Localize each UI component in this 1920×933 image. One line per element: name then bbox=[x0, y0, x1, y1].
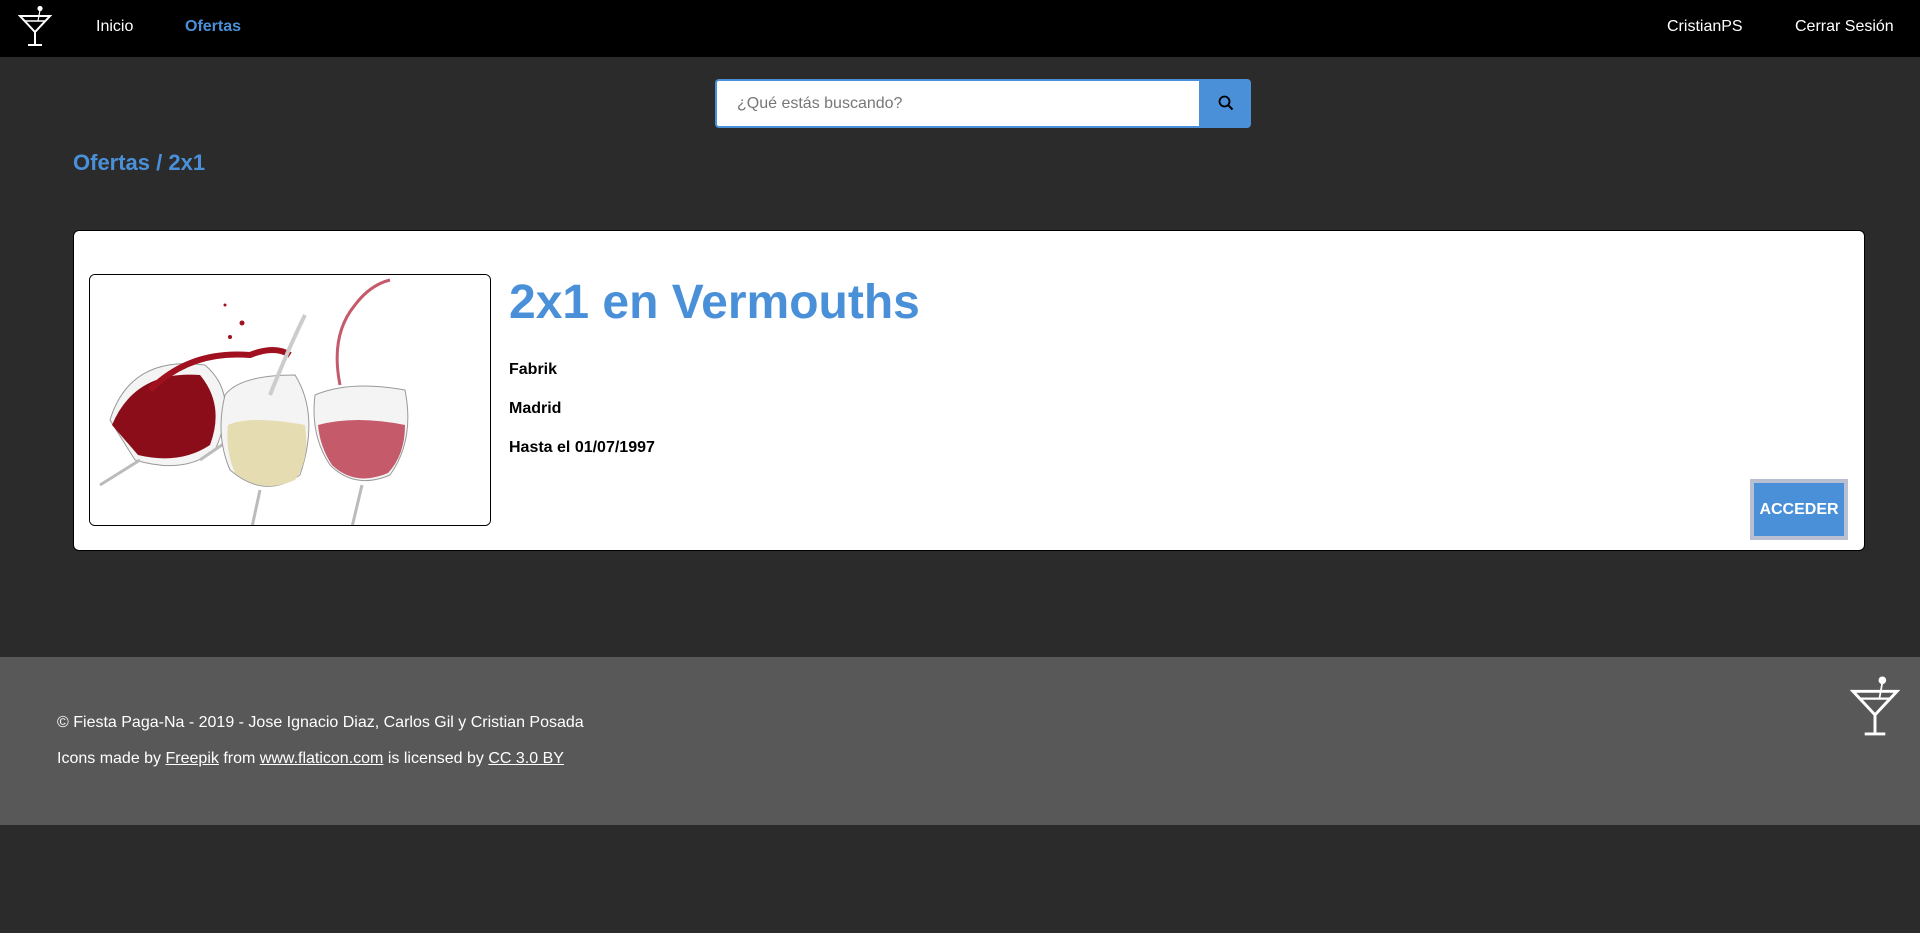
offer-venue: Fabrik bbox=[509, 361, 558, 378]
nav-logout[interactable]: Cerrar Sesión bbox=[1795, 18, 1894, 36]
search-bar bbox=[715, 79, 1251, 128]
flaticon-link[interactable]: www.flaticon.com bbox=[260, 750, 384, 767]
credits-prefix: Icons made by bbox=[57, 750, 162, 767]
license-link[interactable]: CC 3.0 BY bbox=[488, 750, 564, 767]
credits-from: from bbox=[223, 750, 256, 767]
wine-glasses-image bbox=[90, 275, 490, 525]
search-icon bbox=[1218, 95, 1234, 111]
offer-city: Madrid bbox=[509, 400, 562, 417]
top-navbar: Inicio Ofertas CristianPS Cerrar Sesión bbox=[0, 0, 1920, 57]
offer-valid-until: Hasta el 01/07/1997 bbox=[509, 439, 655, 456]
breadcrumb: Ofertas / 2x1 bbox=[73, 150, 206, 175]
search-button[interactable] bbox=[1201, 79, 1251, 128]
nav-ofertas[interactable]: Ofertas bbox=[185, 18, 241, 36]
offer-image bbox=[89, 274, 491, 526]
offer-title: 2x1 en Vermouths bbox=[509, 276, 920, 329]
credits-license-text: is licensed by bbox=[387, 750, 484, 767]
search-input[interactable] bbox=[715, 79, 1201, 128]
cocktail-glass-icon bbox=[1850, 676, 1900, 736]
footer-copyright: © Fiesta Paga-Na - 2019 - Jose Ignacio D… bbox=[57, 714, 584, 731]
nav-inicio[interactable]: Inicio bbox=[96, 18, 133, 36]
cocktail-glass-icon[interactable] bbox=[18, 5, 52, 47]
offer-card: 2x1 en Vermouths Fabrik Madrid Hasta el … bbox=[73, 230, 1865, 551]
footer: © Fiesta Paga-Na - 2019 - Jose Ignacio D… bbox=[0, 657, 1920, 825]
nav-user-profile[interactable]: CristianPS bbox=[1667, 18, 1743, 36]
freepik-link[interactable]: Freepik bbox=[166, 750, 219, 767]
acceder-button[interactable]: ACCEDER bbox=[1750, 479, 1848, 540]
footer-credits: Icons made by Freepik from www.flaticon.… bbox=[57, 750, 564, 768]
